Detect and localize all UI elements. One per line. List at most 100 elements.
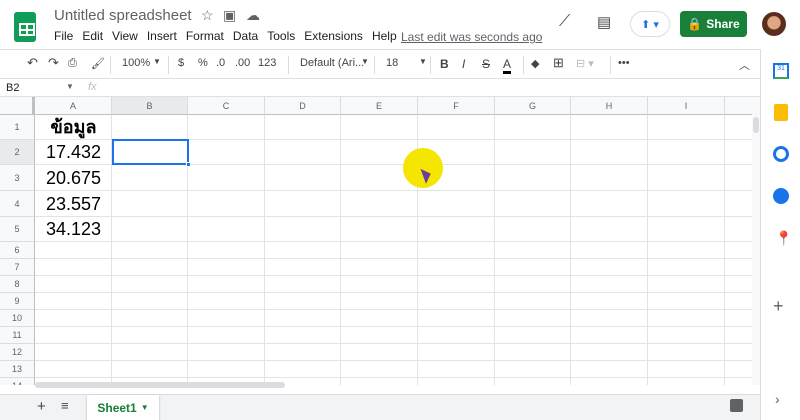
selected-cell-b2[interactable] bbox=[112, 139, 191, 167]
comments-icon[interactable]: ▤ bbox=[597, 13, 611, 31]
chevron-down-icon: ▼ bbox=[140, 403, 149, 412]
add-sheet-icon[interactable]: + bbox=[37, 398, 46, 415]
all-sheets-icon[interactable]: ≡ bbox=[61, 398, 69, 413]
strikethrough-button[interactable]: S bbox=[482, 57, 490, 71]
cell-a5[interactable]: 34.123 bbox=[35, 217, 112, 242]
currency-button[interactable]: $ bbox=[178, 57, 184, 69]
column-header-g[interactable]: G bbox=[495, 97, 571, 115]
row-header-6[interactable]: 6 bbox=[0, 242, 35, 259]
cell-a2[interactable]: 17.432 bbox=[35, 140, 112, 165]
gridline bbox=[494, 115, 495, 385]
menu-help[interactable]: Help bbox=[372, 29, 397, 43]
row-header-11[interactable]: 11 bbox=[0, 327, 35, 344]
zoom-select[interactable]: 100% bbox=[122, 57, 150, 69]
select-all-corner[interactable] bbox=[0, 97, 35, 115]
cell-a4[interactable]: 23.557 bbox=[35, 191, 112, 217]
spreadsheet-grid[interactable]: ABCDEFGHI1234567891011121314ข้อมูล17.432… bbox=[0, 97, 752, 385]
gridline bbox=[35, 360, 752, 361]
print-icon[interactable]: ⎙ bbox=[68, 57, 77, 70]
cell-a1[interactable]: ข้อมูล bbox=[35, 115, 112, 140]
column-header-i[interactable]: I bbox=[648, 97, 725, 115]
gridline bbox=[35, 292, 752, 293]
cloud-status-icon[interactable]: ☁ bbox=[246, 7, 260, 24]
column-header-a[interactable]: A bbox=[35, 97, 112, 115]
text-color-button[interactable]: A bbox=[503, 57, 512, 74]
row-header-4[interactable]: 4 bbox=[0, 191, 35, 217]
paint-format-icon[interactable]: 🖌 bbox=[91, 57, 105, 70]
column-header-c[interactable]: C bbox=[188, 97, 265, 115]
menu-tools[interactable]: Tools bbox=[267, 29, 295, 43]
row-header-14[interactable]: 14 bbox=[0, 378, 35, 385]
bold-button[interactable]: B bbox=[440, 57, 449, 71]
row-header-5[interactable]: 5 bbox=[0, 217, 35, 242]
font-select[interactable]: Default (Ari... bbox=[300, 57, 364, 69]
menu-file[interactable]: File bbox=[54, 29, 73, 43]
menu-edit[interactable]: Edit bbox=[82, 29, 103, 43]
column-header-j[interactable] bbox=[725, 97, 752, 115]
menu-data[interactable]: Data bbox=[233, 29, 258, 43]
more-button[interactable]: ••• bbox=[618, 57, 630, 69]
row-header-9[interactable]: 9 bbox=[0, 293, 35, 310]
star-icon[interactable]: ☆ bbox=[201, 7, 214, 24]
menu-bar: File Edit View Insert Format Data Tools … bbox=[54, 29, 397, 43]
fill-handle[interactable] bbox=[186, 162, 191, 167]
more-formats-button[interactable]: 123 bbox=[258, 57, 276, 69]
tasks-icon[interactable] bbox=[773, 146, 789, 162]
show-side-panel-icon[interactable]: › bbox=[775, 391, 780, 407]
row-header-12[interactable]: 12 bbox=[0, 344, 35, 361]
get-addons-icon[interactable]: + bbox=[773, 296, 784, 317]
contacts-icon[interactable] bbox=[773, 188, 789, 204]
explore-icon[interactable] bbox=[730, 399, 743, 412]
font-size-select[interactable]: 18 bbox=[386, 57, 398, 69]
column-header-d[interactable]: D bbox=[265, 97, 341, 115]
row-header-3[interactable]: 3 bbox=[0, 165, 35, 191]
fill-color-icon[interactable]: ◆ bbox=[531, 57, 539, 70]
row-header-1[interactable]: 1 bbox=[0, 115, 35, 140]
percent-button[interactable]: % bbox=[198, 57, 208, 69]
gridline bbox=[570, 115, 571, 385]
menu-format[interactable]: Format bbox=[186, 29, 224, 43]
redo-icon[interactable]: ↷ bbox=[48, 55, 59, 71]
vertical-scrollbar[interactable] bbox=[752, 97, 760, 385]
keep-icon[interactable] bbox=[774, 104, 788, 121]
avatar[interactable] bbox=[762, 12, 786, 36]
menu-insert[interactable]: Insert bbox=[147, 29, 177, 43]
share-label: Share bbox=[706, 17, 740, 31]
row-header-8[interactable]: 8 bbox=[0, 276, 35, 293]
doc-title[interactable]: Untitled spreadsheet bbox=[54, 7, 192, 24]
present-button[interactable]: ⬆ ▾ bbox=[630, 11, 670, 37]
sheets-logo[interactable] bbox=[14, 12, 36, 42]
share-button[interactable]: 🔒 Share bbox=[680, 11, 747, 37]
borders-icon[interactable]: ⊞ bbox=[553, 55, 564, 71]
horizontal-scrollbar[interactable] bbox=[35, 382, 285, 388]
gridline bbox=[35, 343, 752, 344]
gridline bbox=[35, 241, 752, 242]
italic-button[interactable]: I bbox=[462, 57, 465, 71]
column-header-h[interactable]: H bbox=[571, 97, 648, 115]
column-header-f[interactable]: F bbox=[418, 97, 495, 115]
decrease-decimal-button[interactable]: .0 bbox=[216, 57, 225, 69]
move-folder-icon[interactable]: ▣ bbox=[223, 7, 236, 24]
last-edit-link[interactable]: Last edit was seconds ago bbox=[401, 30, 542, 44]
collapse-toolbar-icon[interactable]: ︿ bbox=[739, 57, 750, 73]
formula-input[interactable] bbox=[110, 82, 750, 96]
cell-a3[interactable]: 20.675 bbox=[35, 165, 112, 191]
row-header-2[interactable]: 2 bbox=[0, 140, 35, 165]
row-header-13[interactable]: 13 bbox=[0, 361, 35, 378]
sheet-tab-sheet1[interactable]: Sheet1 ▼ bbox=[87, 395, 159, 420]
merge-cells-icon[interactable]: ⊟ ▾ bbox=[576, 57, 594, 70]
maps-icon[interactable]: 📍 bbox=[775, 230, 792, 247]
gridline bbox=[647, 115, 648, 385]
name-box[interactable]: B2 bbox=[6, 82, 19, 94]
menu-view[interactable]: View bbox=[112, 29, 138, 43]
undo-icon[interactable]: ↶ bbox=[27, 55, 38, 71]
menu-extensions[interactable]: Extensions bbox=[304, 29, 363, 43]
column-header-b[interactable]: B bbox=[112, 97, 188, 115]
calendar-icon[interactable]: 31 bbox=[773, 63, 789, 79]
row-header-7[interactable]: 7 bbox=[0, 259, 35, 276]
row-header-10[interactable]: 10 bbox=[0, 310, 35, 327]
increase-decimal-button[interactable]: .00 bbox=[235, 57, 250, 69]
sheet-bar: + ≡ Sheet1 ▼ bbox=[0, 394, 760, 420]
column-header-e[interactable]: E bbox=[341, 97, 418, 115]
activity-trend-icon[interactable]: ⟋ bbox=[559, 13, 570, 31]
